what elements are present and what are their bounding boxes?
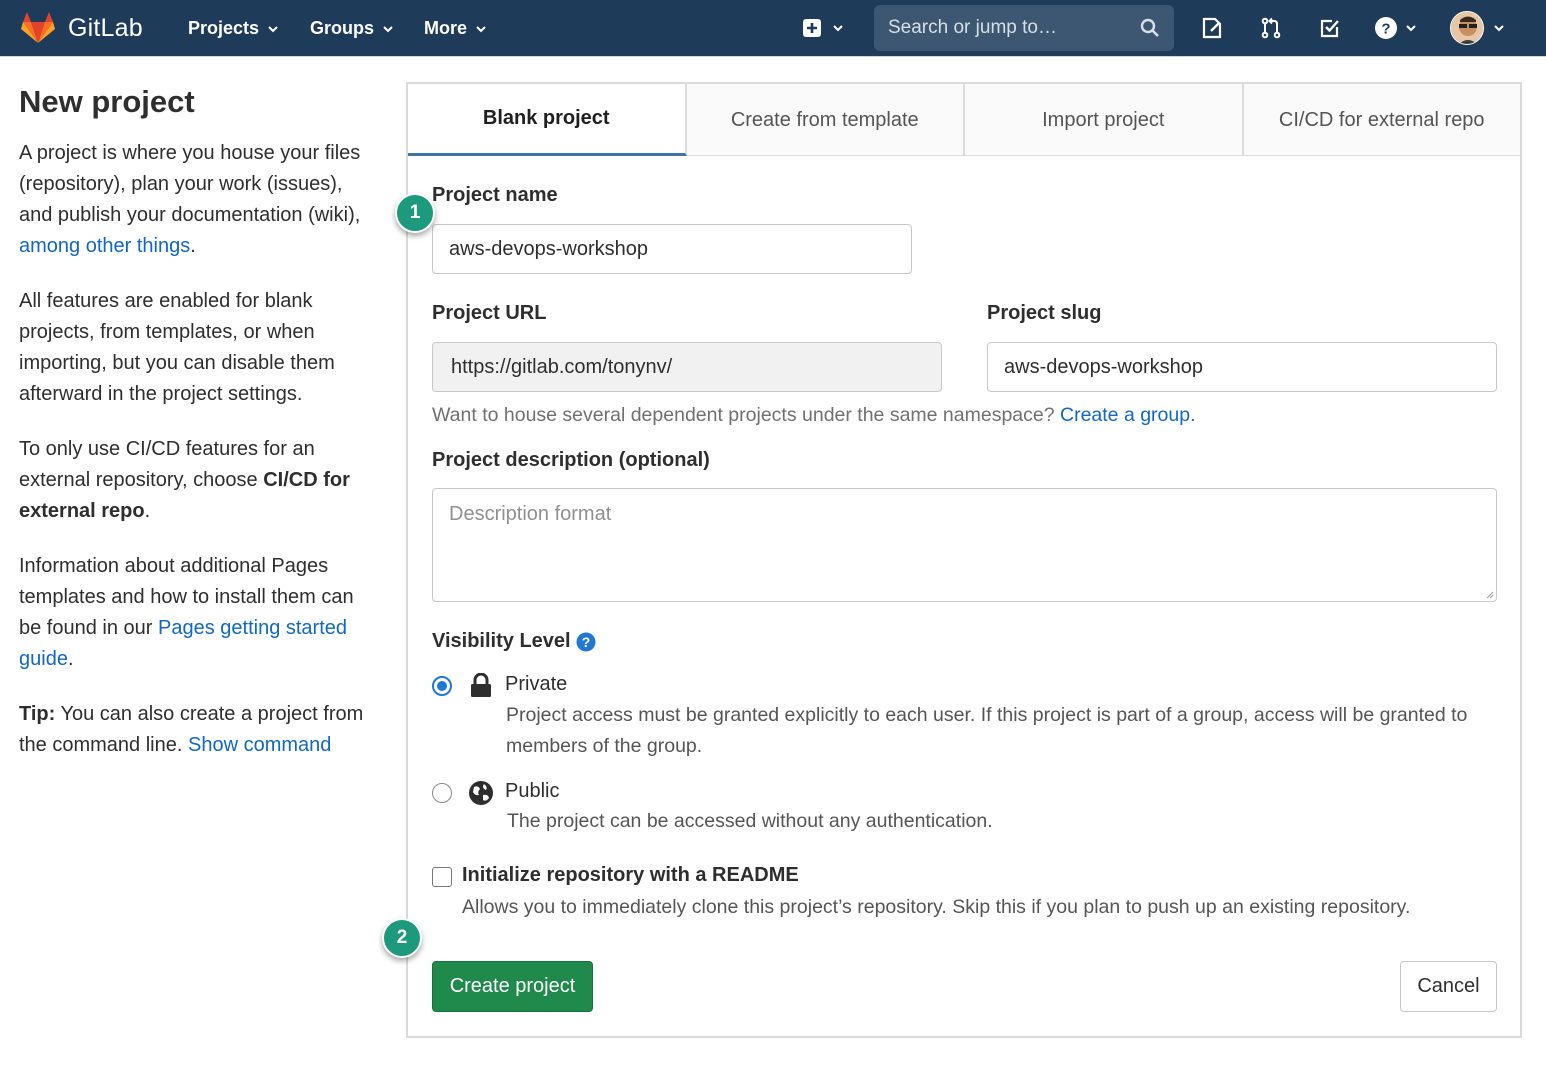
issues-nav-button[interactable] xyxy=(1198,14,1226,42)
namespace-help-label: Want to house several dependent projects… xyxy=(432,404,1060,426)
tab-import-project[interactable]: Import project xyxy=(965,84,1244,156)
gitlab-logo-icon xyxy=(21,12,55,43)
step-badge-1: 1 xyxy=(395,193,435,233)
initialize-readme-label: Initialize repository with a README xyxy=(462,864,799,886)
chevron-down-icon[interactable] xyxy=(832,22,844,34)
help-icon: ? xyxy=(1375,17,1397,39)
info-text: . xyxy=(190,235,196,257)
help-icon[interactable]: ? xyxy=(576,632,596,652)
todo-icon xyxy=(1320,19,1339,38)
gitlab-brand-name: GitLab xyxy=(68,13,143,42)
visibility-public-label: Public xyxy=(505,780,560,802)
project-slug-label: Project slug xyxy=(987,302,1102,324)
sidebar-info: New project A project is where you house… xyxy=(19,82,369,785)
tip-paragraph: Tip: You can also create a project from … xyxy=(19,699,369,761)
create-project-button[interactable]: Create project xyxy=(432,961,593,1012)
search-icon xyxy=(1140,18,1159,37)
project-description-textarea[interactable]: Description format xyxy=(432,488,1497,602)
project-name-label: Project name xyxy=(432,184,558,206)
step-badge-2: 2 xyxy=(382,918,422,958)
user-avatar[interactable] xyxy=(1450,11,1484,45)
visibility-public-radio[interactable] xyxy=(432,783,452,803)
info-paragraph-3: To only use CI/CD features for an extern… xyxy=(19,434,369,527)
nav-menu-more-label: More xyxy=(424,18,468,38)
merge-requests-nav-button[interactable] xyxy=(1257,14,1285,42)
info-text: . xyxy=(144,500,151,522)
project-name-input[interactable]: aws-devops-workshop xyxy=(432,224,912,274)
namespace-help-text: Want to house several dependent projects… xyxy=(432,404,1196,427)
project-slug-input[interactable]: aws-devops-workshop xyxy=(987,342,1497,392)
resize-handle-icon[interactable] xyxy=(1484,589,1494,599)
chevron-down-icon xyxy=(476,25,486,32)
gitlab-home-link[interactable]: GitLab xyxy=(20,10,143,46)
tip-label: Tip: xyxy=(19,703,56,725)
issues-icon xyxy=(1202,17,1222,39)
top-navbar: GitLab Projects Groups More ? xyxy=(0,0,1546,57)
search-box[interactable] xyxy=(874,5,1174,51)
project-description-label: Project description (optional) xyxy=(432,449,710,471)
tab-create-from-template[interactable]: Create from template xyxy=(687,84,965,156)
page-title: New project xyxy=(19,84,195,119)
avatar-image xyxy=(1451,12,1483,44)
help-nav-button[interactable]: ? xyxy=(1372,14,1400,42)
info-paragraph-4: Information about additional Pages templ… xyxy=(19,551,369,675)
info-text: . xyxy=(67,648,74,670)
nav-menu-groups-label: Groups xyxy=(310,18,375,38)
globe-icon xyxy=(469,781,493,805)
visibility-level-text: Visibility Level xyxy=(432,630,571,652)
nav-menu-more[interactable]: More xyxy=(424,0,487,57)
visibility-private-description: Project access must be granted explicitl… xyxy=(506,704,1468,757)
description-placeholder: Description format xyxy=(449,503,612,525)
chevron-down-icon[interactable] xyxy=(1405,22,1417,34)
visibility-private-label: Private xyxy=(505,673,568,695)
chevron-down-icon xyxy=(268,25,278,32)
project-url-label: Project URL xyxy=(432,302,547,324)
visibility-private-radio[interactable] xyxy=(432,676,452,696)
lock-icon xyxy=(471,673,491,697)
info-paragraph-2: All features are enabled for blank proje… xyxy=(19,290,335,405)
info-text: A project is where you house your files … xyxy=(19,142,361,226)
among-other-things-link[interactable]: among other things xyxy=(19,235,190,257)
initialize-readme-description: Allows you to immediately clone this pro… xyxy=(462,896,1411,918)
search-input[interactable] xyxy=(874,5,1134,51)
visibility-public-description: The project can be accessed without any … xyxy=(507,810,993,832)
chevron-down-icon xyxy=(383,25,393,32)
show-command-link[interactable]: Show command xyxy=(188,734,331,756)
svg-text:?: ? xyxy=(581,634,590,650)
merge-request-icon xyxy=(1261,17,1281,39)
cancel-button[interactable]: Cancel xyxy=(1400,961,1497,1012)
todos-nav-button[interactable] xyxy=(1316,14,1344,42)
create-group-link[interactable]: Create a group. xyxy=(1060,404,1196,426)
initialize-readme-checkbox[interactable] xyxy=(432,867,452,887)
plus-square-icon xyxy=(803,19,821,37)
nav-menu-groups[interactable]: Groups xyxy=(310,0,394,57)
nav-menu-projects[interactable]: Projects xyxy=(188,0,279,57)
chevron-down-icon[interactable] xyxy=(1493,22,1505,34)
project-type-tabs: Blank project Create from template Impor… xyxy=(408,84,1520,156)
tab-blank-project[interactable]: Blank project xyxy=(408,84,687,156)
nav-menu-projects-label: Projects xyxy=(188,18,260,38)
info-paragraph-1: A project is where you house your files … xyxy=(19,138,369,262)
project-url-input[interactable]: https://gitlab.com/tonynv/ xyxy=(432,342,942,392)
svg-text:?: ? xyxy=(1381,21,1390,38)
tab-ci-cd-external-repo[interactable]: CI/CD for external repo xyxy=(1244,84,1521,156)
new-item-button[interactable] xyxy=(798,14,826,42)
visibility-level-label: Visibility Level ? xyxy=(432,630,596,653)
